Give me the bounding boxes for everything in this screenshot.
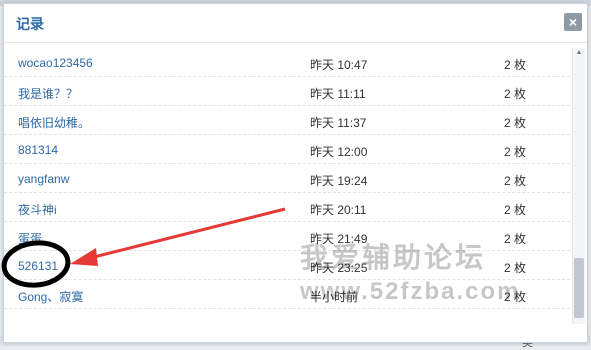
count-cell: 2 枚 xyxy=(504,232,527,246)
user-link[interactable]: 唱依旧幼稚。 xyxy=(18,114,90,131)
count-cell: 2 枚 xyxy=(504,145,527,159)
user-link[interactable]: 我是谁？？ xyxy=(18,85,78,102)
user-link[interactable]: 蛋蛋... xyxy=(18,230,52,247)
time-cell: 半小时前 xyxy=(310,290,359,304)
count-cell: 2 枚 xyxy=(504,203,527,217)
time-cell: 昨天 20:11 xyxy=(310,203,367,217)
user-link[interactable]: 526131 xyxy=(18,259,58,273)
time-cell: 昨天 23:25 xyxy=(310,261,368,275)
table-row: yangfanw 昨天 19:24 2 枚 xyxy=(4,164,575,193)
count-cell: 2 枚 xyxy=(504,58,527,72)
records-dialog: 记录 × wocao123456 昨天 10:47 2 枚 我是谁？？ 昨天 1… xyxy=(3,3,588,343)
table-row: 唱依旧幼稚。 昨天 11:37 2 枚 xyxy=(4,106,575,135)
table-row: Gong、寂寞 半小时前 2 枚 xyxy=(4,280,575,309)
table-row: 蛋蛋... 昨天 21:49 2 枚 xyxy=(4,222,575,251)
table-row: 夜斗神i 昨天 20:11 2 枚 xyxy=(4,193,575,222)
user-link[interactable]: wocao123456 xyxy=(18,56,93,70)
scroll-thumb[interactable] xyxy=(574,258,584,318)
time-cell: 昨天 12:00 xyxy=(310,145,368,159)
count-cell: 2 枚 xyxy=(504,261,527,275)
count-cell: 2 枚 xyxy=(504,174,527,188)
table-row: 526131 昨天 23:25 2 枚 xyxy=(4,251,575,280)
time-cell: 昨天 11:37 xyxy=(310,116,367,130)
user-link[interactable]: Gong、寂寞 xyxy=(18,288,83,305)
close-icon: × xyxy=(568,14,578,30)
time-cell: 昨天 19:24 xyxy=(310,174,368,188)
dialog-title: 记录 xyxy=(16,16,44,32)
user-link[interactable]: 夜斗神i xyxy=(18,201,57,218)
user-link[interactable]: 881314 xyxy=(18,143,58,157)
table-row: wocao123456 昨天 10:47 2 枚 xyxy=(4,48,575,77)
scrollbar[interactable]: ▲ xyxy=(572,48,585,324)
scroll-up-arrow-icon[interactable]: ▲ xyxy=(573,48,585,58)
dialog-header: 记录 × xyxy=(4,4,587,43)
time-cell: 昨天 21:49 xyxy=(310,232,368,246)
table-row: 881314 昨天 12:00 2 枚 xyxy=(4,135,575,164)
count-cell: 2 枚 xyxy=(504,290,527,304)
count-cell: 2 枚 xyxy=(504,87,527,101)
user-link[interactable]: yangfanw xyxy=(18,172,69,186)
records-list: wocao123456 昨天 10:47 2 枚 我是谁？？ 昨天 11:11 … xyxy=(4,48,575,310)
count-cell: 2 枚 xyxy=(504,116,527,130)
table-row: 我是谁？？ 昨天 11:11 2 枚 xyxy=(4,77,575,106)
close-button[interactable]: × xyxy=(564,13,582,31)
time-cell: 昨天 11:11 xyxy=(310,87,366,101)
time-cell: 昨天 10:47 xyxy=(310,58,368,72)
